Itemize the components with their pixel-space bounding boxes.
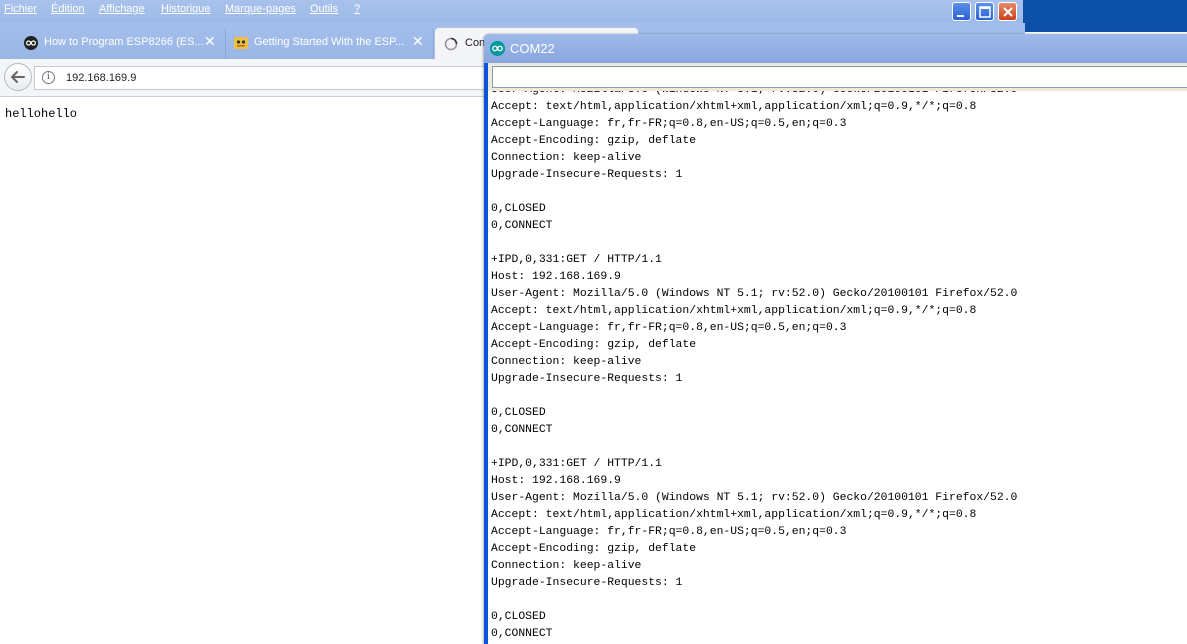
maximize-button[interactable] xyxy=(975,2,994,21)
serial-output-lines: User-Agent: Mozilla/5.0 (Windows NT 5.1;… xyxy=(491,91,1017,643)
menu-marque-pages[interactable]: Marque-pages xyxy=(225,3,296,15)
serial-line: Accept-Encoding: gzip, deflate xyxy=(491,135,697,147)
serial-line: Connection: keep-alive xyxy=(491,356,642,368)
tab-close-icon[interactable]: ✕ xyxy=(204,35,216,49)
serial-line: Connection: keep-alive xyxy=(491,560,642,572)
serial-send-input[interactable] xyxy=(492,66,1187,88)
serial-line: Accept: text/html,application/xhtml+xml,… xyxy=(491,101,977,113)
menu-outils[interactable]: Outils xyxy=(310,3,338,15)
serial-line: Accept: text/html,application/xhtml+xml,… xyxy=(491,509,977,521)
serial-title: COM22 xyxy=(510,41,555,56)
serial-line: Accept-Encoding: gzip, deflate xyxy=(491,339,697,351)
desktop-background xyxy=(1023,0,1187,32)
serial-output[interactable]: User-Agent: Mozilla/5.0 (Windows NT 5.1;… xyxy=(488,91,1187,644)
menu-affichage[interactable]: Affichage xyxy=(99,3,145,15)
back-button[interactable] xyxy=(4,63,32,91)
arduino-icon xyxy=(490,41,505,56)
serial-line xyxy=(491,184,1017,201)
serial-line: Accept-Language: fr,fr-FR;q=0.8,en-US;q=… xyxy=(491,118,847,130)
serial-line: 0,CONNECT xyxy=(491,628,553,640)
page-body-text: hellohello xyxy=(5,107,78,121)
serial-line: +IPD,0,331:GET / HTTP/1.1 xyxy=(491,254,662,266)
serial-line: +IPD,0,331:GET / HTTP/1.1 xyxy=(491,458,662,470)
minimize-icon xyxy=(957,15,964,17)
menu-edition[interactable]: Édition xyxy=(51,3,85,15)
tab-label: Getting Started With the ESP... xyxy=(254,36,405,48)
serial-line xyxy=(491,592,1017,609)
tab-label: Con xyxy=(465,37,486,49)
tab-close-icon[interactable]: ✕ xyxy=(412,35,424,49)
serial-line: User-Agent: Mozilla/5.0 (Windows NT 5.1;… xyxy=(491,492,1018,504)
close-icon xyxy=(1003,7,1013,17)
serial-line: 0,CONNECT xyxy=(491,220,553,232)
serial-line: User-Agent: Mozilla/5.0 (Windows NT 5.1;… xyxy=(491,288,1018,300)
minimize-button[interactable] xyxy=(952,2,971,21)
serial-line: 0,CLOSED xyxy=(491,407,546,419)
menu-historique[interactable]: Historique xyxy=(161,3,211,15)
menu-help[interactable]: ? xyxy=(354,3,360,15)
menu-bar: Fichier Édition Affichage Historique Mar… xyxy=(0,0,1025,23)
maximize-icon xyxy=(979,6,991,18)
serial-line: Host: 192.168.169.9 xyxy=(491,475,621,487)
serial-line xyxy=(491,439,1017,456)
address-bar[interactable]: i 192.168.169.9 xyxy=(34,66,494,90)
serial-line: Upgrade-Insecure-Requests: 1 xyxy=(491,373,683,385)
serial-line: Upgrade-Insecure-Requests: 1 xyxy=(491,577,683,589)
tab-label: How to Program ESP8266 (ES... xyxy=(44,36,204,48)
serial-line: Accept-Language: fr,fr-FR;q=0.8,en-US;q=… xyxy=(491,526,847,538)
serial-line: Accept-Encoding: gzip, deflate xyxy=(491,543,697,555)
tab-getting-started[interactable]: Getting Started With the ESP... ✕ xyxy=(226,27,434,59)
serial-line: Host: 192.168.169.9 xyxy=(491,271,621,283)
instructables-icon xyxy=(24,36,38,50)
menu-fichier[interactable]: Fichier xyxy=(4,3,37,15)
loading-icon xyxy=(444,37,458,51)
serial-line: Upgrade-Insecure-Requests: 1 xyxy=(491,169,683,181)
robot-icon xyxy=(234,37,248,49)
serial-line: 0,CLOSED xyxy=(491,611,546,623)
serial-line xyxy=(491,235,1017,252)
back-arrow-icon xyxy=(11,71,25,83)
serial-line: 0,CONNECT xyxy=(491,424,553,436)
serial-line: Accept-Language: fr,fr-FR;q=0.8,en-US;q=… xyxy=(491,322,847,334)
serial-line: Accept: text/html,application/xhtml+xml,… xyxy=(491,305,977,317)
serial-line: 0,CLOSED xyxy=(491,203,546,215)
serial-title-bar[interactable]: COM22 xyxy=(484,34,1187,63)
serial-line: Connection: keep-alive xyxy=(491,152,642,164)
close-window-button[interactable] xyxy=(998,2,1017,21)
serial-monitor-window: COM22 User-Agent: Mozilla/5.0 (Windows N… xyxy=(484,34,1187,644)
serial-line xyxy=(491,388,1017,405)
serial-line: User-Agent: Mozilla/5.0 (Windows NT 5.1;… xyxy=(491,91,1017,99)
info-icon[interactable]: i xyxy=(42,71,55,84)
tab-esp8266-program[interactable]: How to Program ESP8266 (ES... ✕ xyxy=(14,27,226,59)
url-text: 192.168.169.9 xyxy=(66,72,137,84)
serial-body: User-Agent: Mozilla/5.0 (Windows NT 5.1;… xyxy=(488,63,1187,644)
